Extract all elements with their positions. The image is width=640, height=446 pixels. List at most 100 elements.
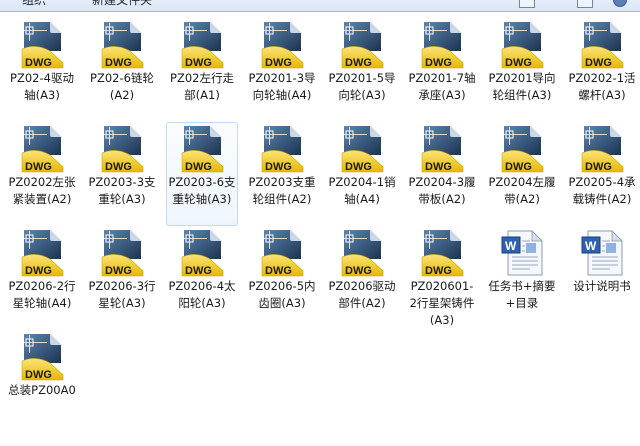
file-name: PZ0201导向轮组件(A3)	[488, 71, 556, 102]
dwg-badge-text: DWG	[185, 161, 212, 173]
dwg-badge-text: DWG	[505, 57, 532, 69]
dwg-file-icon: DWG	[181, 230, 224, 277]
file-item[interactable]: DWG PZ02-6链轮(A2)	[86, 18, 158, 122]
file-item[interactable]: DWG PZ0206-3行星轮(A3)	[86, 226, 158, 330]
file-name: PZ02左行走部(A1)	[170, 71, 234, 102]
file-item[interactable]: DWG PZ0206驱动部件(A2)	[326, 226, 398, 330]
file-name: PZ0206-5内齿圈(A3)	[248, 279, 316, 310]
dwg-file-icon: DWG	[341, 22, 384, 69]
dwg-badge-text: DWG	[425, 161, 452, 173]
dwg-badge-text: DWG	[265, 57, 292, 69]
dwg-badge-text: DWG	[25, 57, 52, 69]
dwg-badge-text: DWG	[185, 57, 212, 69]
file-item[interactable]: DWG PZ0204-1销轴(A4)	[326, 122, 398, 226]
file-name: PZ020601-2行星架铸件(A3)	[409, 279, 475, 327]
file-name: PZ0204-3履带板(A2)	[408, 175, 476, 206]
file-name: PZ0206-2行星轮轴(A4)	[8, 279, 76, 310]
file-item[interactable]: DWG PZ0202左张紧装置(A2)	[6, 122, 78, 226]
dwg-badge-text: DWG	[25, 369, 52, 381]
file-item[interactable]: DWG PZ0201导向轮组件(A3)	[486, 18, 558, 122]
dwg-badge-text: DWG	[585, 161, 612, 173]
dwg-file-icon: DWG	[21, 126, 64, 173]
file-item[interactable]: DWG PZ0201-5导向轮(A3)	[326, 18, 398, 122]
file-name: PZ0204-1销轴(A4)	[328, 175, 396, 206]
dwg-file-icon: DWG	[501, 126, 544, 173]
dwg-file-icon: DWG	[501, 22, 544, 69]
dwg-badge-text: DWG	[425, 265, 452, 277]
dwg-file-icon: DWG	[341, 126, 384, 173]
command-bar: 组织 新建文件夹	[0, 0, 640, 12]
dwg-badge-text: DWG	[105, 161, 132, 173]
file-item[interactable]: DWG PZ0202-1活螺杆(A3)	[566, 18, 638, 122]
dwg-badge-text: DWG	[25, 161, 52, 173]
dwg-badge-text: DWG	[345, 57, 372, 69]
word-document-icon: W	[581, 230, 623, 276]
file-name: PZ02-4驱动轴(A3)	[10, 71, 74, 102]
file-item[interactable]: DWG PZ0201-7轴承座(A3)	[406, 18, 478, 122]
new-folder-button[interactable]: 新建文件夹	[92, 0, 152, 8]
file-item[interactable]: DWG PZ0204左履带(A2)	[486, 122, 558, 226]
word-document-icon: W	[501, 230, 543, 276]
file-item[interactable]: DWG PZ0206-4太阳轮(A3)	[166, 226, 238, 330]
dwg-badge-text: DWG	[425, 57, 452, 69]
file-name: 任务书+摘要+目录	[488, 279, 556, 310]
file-item[interactable]: DWG PZ020601-2行星架铸件(A3)	[406, 226, 478, 330]
file-name: PZ0203-6支重轮轴(A3)	[168, 175, 236, 206]
dwg-file-icon: DWG	[421, 126, 464, 173]
dwg-badge-text: DWG	[105, 57, 132, 69]
dwg-file-icon: DWG	[181, 126, 224, 173]
help-icon[interactable]	[613, 0, 627, 7]
dwg-file-icon: DWG	[101, 126, 144, 173]
file-item[interactable]: DWG PZ02-4驱动轴(A3)	[6, 18, 78, 122]
dwg-badge-text: DWG	[105, 265, 132, 277]
dwg-badge-text: DWG	[505, 161, 532, 173]
file-name: PZ0202左张紧装置(A2)	[8, 175, 76, 206]
file-name: PZ0205-4承载铸件(A2)	[568, 175, 636, 206]
file-name: PZ0206-3行星轮(A3)	[88, 279, 156, 310]
dwg-file-icon: DWG	[421, 22, 464, 69]
dwg-file-icon: DWG	[21, 230, 64, 277]
dwg-badge-text: DWG	[345, 265, 372, 277]
organize-button[interactable]: 组织	[22, 0, 46, 8]
preview-pane-icon[interactable]	[577, 0, 593, 8]
dwg-badge-text: DWG	[265, 161, 292, 173]
file-item[interactable]: DWG PZ02左行走部(A1)	[166, 18, 238, 122]
dwg-badge-text: DWG	[265, 265, 292, 277]
file-name: 总装PZ00A0	[8, 383, 76, 397]
file-name: PZ0201-3导向轮轴(A4)	[248, 71, 316, 102]
file-item[interactable]: DWG PZ0206-2行星轮轴(A4)	[6, 226, 78, 330]
file-item[interactable]: DWG PZ0206-5内齿圈(A3)	[246, 226, 318, 330]
file-item[interactable]: W 设计说明书	[566, 226, 638, 330]
dwg-file-icon: DWG	[21, 334, 64, 381]
file-name: PZ0202-1活螺杆(A3)	[568, 71, 636, 102]
file-item[interactable]: DWG PZ0203-6支重轮轴(A3)	[166, 122, 238, 226]
dwg-badge-text: DWG	[25, 265, 52, 277]
dwg-badge-text: DWG	[345, 161, 372, 173]
file-item[interactable]: W 任务书+摘要+目录	[486, 226, 558, 330]
svg-text:W: W	[505, 239, 517, 253]
file-name: PZ0203-3支重轮(A3)	[88, 175, 156, 206]
file-item[interactable]: DWG PZ0203-3支重轮(A3)	[86, 122, 158, 226]
file-item[interactable]: DWG PZ0201-3导向轮轴(A4)	[246, 18, 318, 122]
file-item[interactable]: DWG PZ0204-3履带板(A2)	[406, 122, 478, 226]
file-list: DWG PZ02-4驱动轴(A3) DWG PZ02-6链轮(A2) DWG P…	[2, 18, 640, 434]
view-options-icon[interactable]	[519, 0, 535, 8]
file-item[interactable]: DWG PZ0205-4承载铸件(A2)	[566, 122, 638, 226]
dwg-file-icon: DWG	[341, 230, 384, 277]
dwg-file-icon: DWG	[21, 22, 64, 69]
dwg-file-icon: DWG	[261, 126, 304, 173]
file-name: PZ0201-7轴承座(A3)	[408, 71, 476, 102]
dwg-badge-text: DWG	[585, 57, 612, 69]
file-item[interactable]: DWG PZ0203支重轮组件(A2)	[246, 122, 318, 226]
dwg-file-icon: DWG	[421, 230, 464, 277]
file-name: PZ0204左履带(A2)	[488, 175, 556, 206]
file-item[interactable]: DWG 总装PZ00A0	[6, 330, 78, 434]
file-name: 设计说明书	[573, 279, 631, 293]
dwg-file-icon: DWG	[581, 126, 624, 173]
dwg-file-icon: DWG	[101, 22, 144, 69]
file-name: PZ0206-4太阳轮(A3)	[168, 279, 236, 310]
dwg-file-icon: DWG	[101, 230, 144, 277]
file-name: PZ0201-5导向轮(A3)	[328, 71, 396, 102]
file-name: PZ02-6链轮(A2)	[90, 71, 154, 102]
dwg-file-icon: DWG	[181, 22, 224, 69]
